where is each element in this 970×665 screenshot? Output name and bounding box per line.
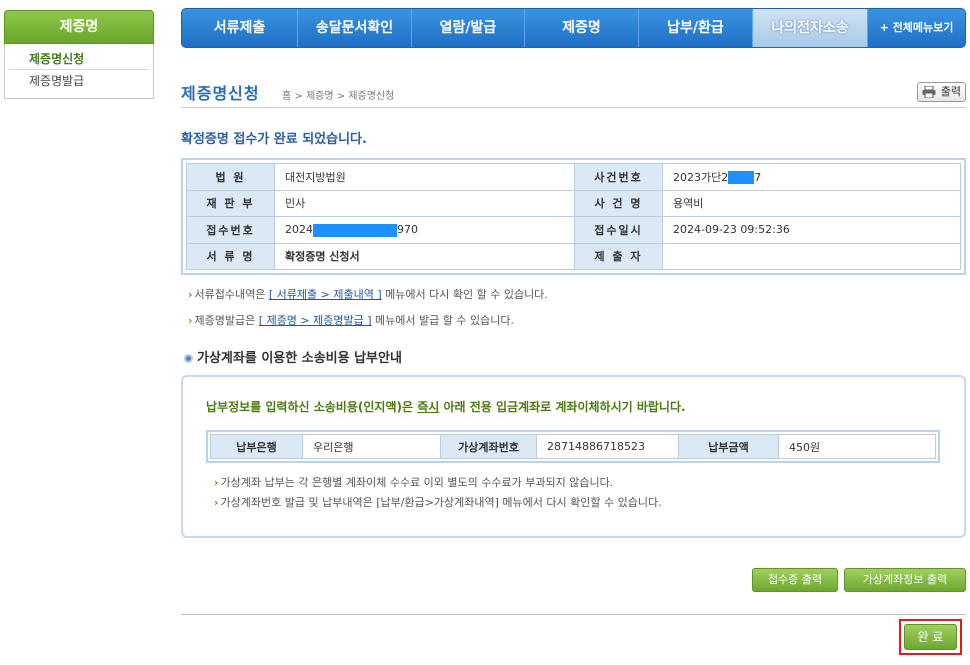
nav-my-e-litigation[interactable]: 나의전자소송 <box>753 9 868 47</box>
table-row: 서 류 명 확정증명 신청서 제 출 자 <box>186 242 961 270</box>
top-nav: 서류제출 송달문서확인 열람/발급 제증명 납부/환급 나의전자소송 + 전체메… <box>181 8 966 48</box>
bullet-icon <box>184 354 193 363</box>
page-title: 제증명신청 <box>181 84 260 103</box>
breadcrumb-home[interactable]: 홈 <box>282 91 291 102</box>
sidebar-item-certificate-request[interactable]: 제증명신청 <box>9 48 149 70</box>
document-name-label: 서 류 명 <box>186 242 275 270</box>
arrow-icon: › <box>214 496 219 509</box>
amount-label: 납부금액 <box>678 434 779 459</box>
account-number-value: 28714886718523 <box>536 434 679 459</box>
breadcrumb-current: 제증명신청 <box>348 91 395 102</box>
receipt-datetime-value: 2024-09-23 09:52:36 <box>662 216 961 244</box>
table-row: 재 판 부 민사 사 건 명 용역비 <box>186 189 961 217</box>
division-value: 민사 <box>274 189 575 217</box>
court-value: 대전지방법원 <box>274 163 575 191</box>
link-certificate-issue[interactable]: [ 제증명 > 제증명발급 ] <box>259 314 372 327</box>
note-fee-free: › 가상계좌 납부는 각 은행별 계좌이체 수수료 이외 별도의 수수료가 부과되… <box>214 476 614 489</box>
note-submission-history: › 서류접수내역은 [ 서류제출 > 제출내역 ] 메뉴에서 다시 확인 할 수 … <box>188 288 548 301</box>
case-name-value: 용역비 <box>662 189 961 217</box>
case-name-label: 사 건 명 <box>574 189 663 217</box>
receipt-print-button[interactable]: 접수증 출력 <box>752 568 838 592</box>
submitter-label: 제 출 자 <box>574 242 663 270</box>
breadcrumb-certificate[interactable]: 제증명 <box>306 91 334 102</box>
division-label: 재 판 부 <box>186 189 275 217</box>
account-info-print-button[interactable]: 가상계좌정보 출력 <box>844 568 966 592</box>
account-number-label: 가상계좌번호 <box>440 434 537 459</box>
print-button-label: 출력 <box>940 85 961 98</box>
arrow-icon: › <box>188 288 193 301</box>
table-row: 법 원 대전지방법원 사건번호 2023가단2 7 <box>186 163 961 191</box>
bottom-divider <box>181 614 966 615</box>
sidebar-menu: 제증명신청 제증명발급 <box>4 44 154 99</box>
document-name-value: 확정증명 신청서 <box>274 242 575 270</box>
printer-icon <box>922 86 936 98</box>
nav-document-submit[interactable]: 서류제출 <box>182 9 298 47</box>
sidebar-item-certificate-issue[interactable]: 제증명발급 <box>9 70 149 92</box>
completion-message: 확정증명 접수가 완료 되었습니다. <box>181 132 367 147</box>
redaction-block <box>728 171 755 185</box>
virtual-account-section-title: 가상계좌를 이용한 소송비용 납부안내 <box>184 347 402 366</box>
arrow-icon: › <box>214 476 219 489</box>
virtual-account-instruction: 납부정보를 입력하신 소송비용(인지액)은 즉시 아래 전용 입금계좌로 계좌이… <box>206 400 686 414</box>
receipt-number-value: 2024 970 <box>274 216 575 244</box>
note-account-history: › 가상계좌번호 발급 및 납부내역은 [납부/환급>가상계좌내역] 메뉴에서 다… <box>214 496 662 509</box>
sidebar-title: 제증명 <box>4 10 154 44</box>
nav-delivery-check[interactable]: 송달문서확인 <box>298 9 412 47</box>
nav-certificate[interactable]: 제증명 <box>525 9 639 47</box>
receipt-number-label: 접수번호 <box>186 216 275 244</box>
redaction-block <box>313 223 397 237</box>
nav-payment-refund[interactable]: 납부/환급 <box>639 9 753 47</box>
title-divider <box>181 107 966 108</box>
case-number-value: 2023가단2 7 <box>662 163 961 191</box>
nav-all-menu[interactable]: + 전체메뉴보기 <box>868 9 965 47</box>
case-number-label: 사건번호 <box>574 163 663 191</box>
table-row: 납부은행 우리은행 가상계좌번호 28714886718523 납부금액 450… <box>210 434 936 459</box>
amount-value: 450원 <box>778 434 936 459</box>
submitter-value <box>662 242 961 270</box>
print-button[interactable]: 출력 <box>917 82 966 102</box>
left-sidebar: 제증명 제증명신청 제증명발급 <box>4 10 154 99</box>
bank-label: 납부은행 <box>210 434 303 459</box>
table-row: 접수번호 2024 970 접수일시 2024-09-23 09:52:36 <box>186 216 961 244</box>
court-label: 법 원 <box>186 163 275 191</box>
virtual-account-table: 납부은행 우리은행 가상계좌번호 28714886718523 납부금액 450… <box>206 430 940 463</box>
receipt-info-table: 법 원 대전지방법원 사건번호 2023가단2 7 재 판 부 민사 사 건 명 … <box>181 158 966 275</box>
receipt-datetime-label: 접수일시 <box>574 216 663 244</box>
breadcrumb: 홈 > 제증명 > 제증명신청 <box>282 91 395 102</box>
done-button[interactable]: 완 료 <box>904 624 957 650</box>
nav-view-issue[interactable]: 열람/발급 <box>412 9 525 47</box>
arrow-icon: › <box>188 314 193 327</box>
note-certificate-issue: › 제증명발급은 [ 제증명 > 제증명발급 ] 메뉴에서 발급 할 수 있습니다… <box>188 314 514 327</box>
link-submission-history[interactable]: [ 서류제출 > 제출내역 ] <box>269 288 382 301</box>
bank-value: 우리은행 <box>302 434 441 459</box>
